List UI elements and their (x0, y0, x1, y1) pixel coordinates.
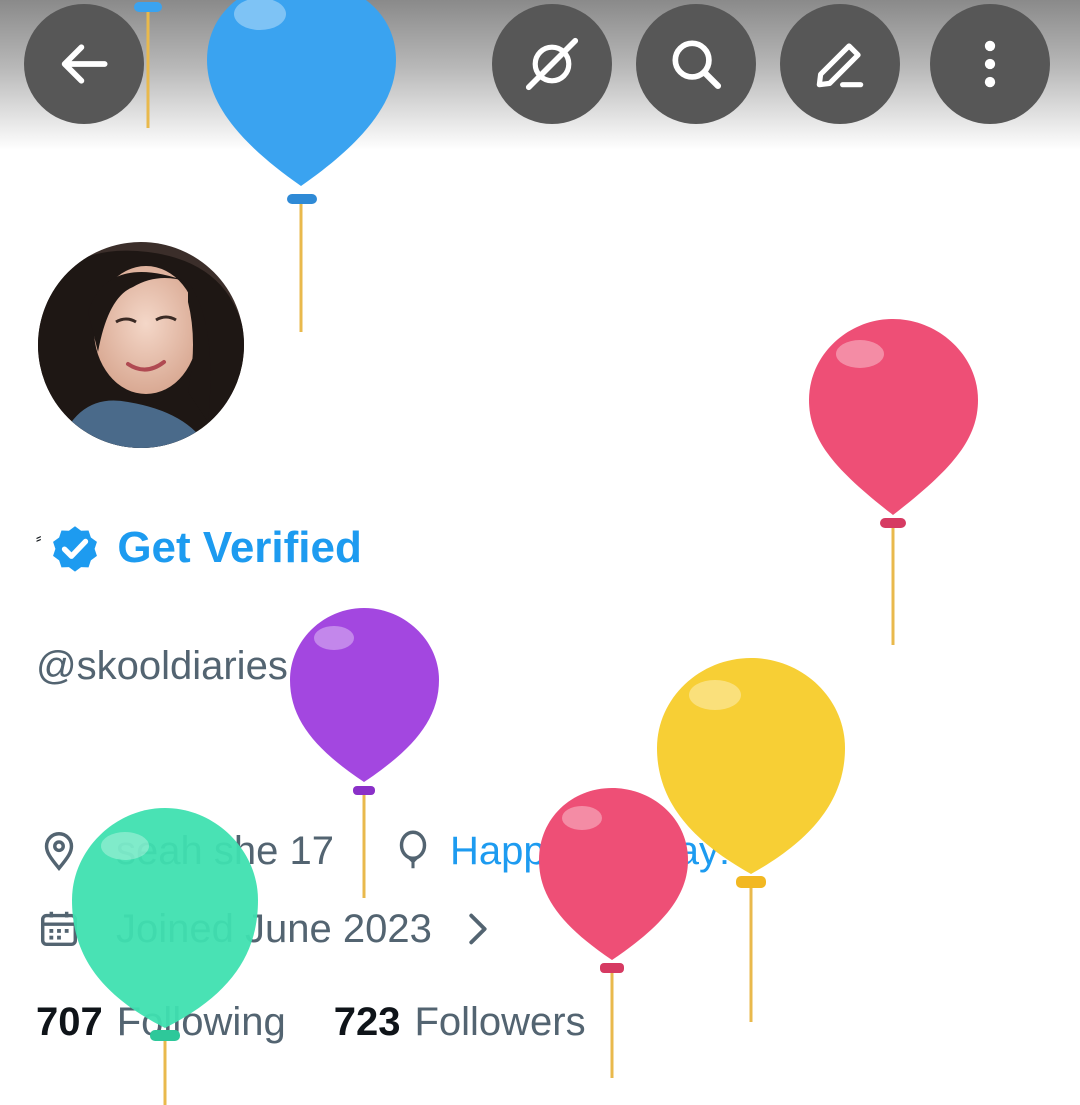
display-name: ⸗ (36, 530, 42, 547)
calendar-icon (40, 911, 78, 947)
followers-label: Followers (414, 1000, 586, 1044)
edit-pencil-icon (816, 43, 864, 88)
joined-row[interactable]: Joined June 2023 (36, 906, 500, 952)
more-vertical-icon (984, 40, 996, 88)
followers-stat[interactable]: 723 Followers (334, 1000, 586, 1045)
avatar-image (38, 242, 244, 448)
grok-icon (525, 37, 579, 91)
search-icon (672, 40, 722, 90)
profile-handle: @skooldiaries (36, 644, 288, 688)
following-count: 707 (36, 1000, 103, 1044)
location-pin-icon (44, 832, 74, 871)
followers-count: 723 (333, 1000, 401, 1044)
search-button[interactable] (636, 4, 756, 124)
balloon-icon (399, 830, 427, 869)
grok-button[interactable] (492, 4, 612, 124)
following-stat[interactable]: 707 Following (36, 1000, 286, 1045)
edit-button[interactable] (780, 4, 900, 124)
chevron-right-icon (469, 913, 487, 945)
happy-birthday-link[interactable]: Happy birthday! (450, 829, 730, 874)
arrow-left-icon (61, 44, 108, 84)
get-verified-link[interactable]: Get Verified (117, 523, 362, 573)
following-label: Following (116, 1000, 286, 1044)
profile-meta-row: seah she 17 Happy birthday! (36, 828, 730, 874)
avatar[interactable] (38, 242, 244, 448)
display-name-row: ⸗ Get Verified (36, 516, 362, 580)
more-button[interactable] (930, 4, 1050, 124)
follow-stats: 707 Following 723 Followers (36, 1000, 586, 1045)
joined-date: Joined June 2023 (116, 906, 432, 951)
profile-location: seah she 17 (116, 828, 334, 873)
back-button[interactable] (24, 4, 144, 124)
balloon-pink-right (809, 319, 978, 645)
verified-badge-icon[interactable] (47, 520, 103, 576)
